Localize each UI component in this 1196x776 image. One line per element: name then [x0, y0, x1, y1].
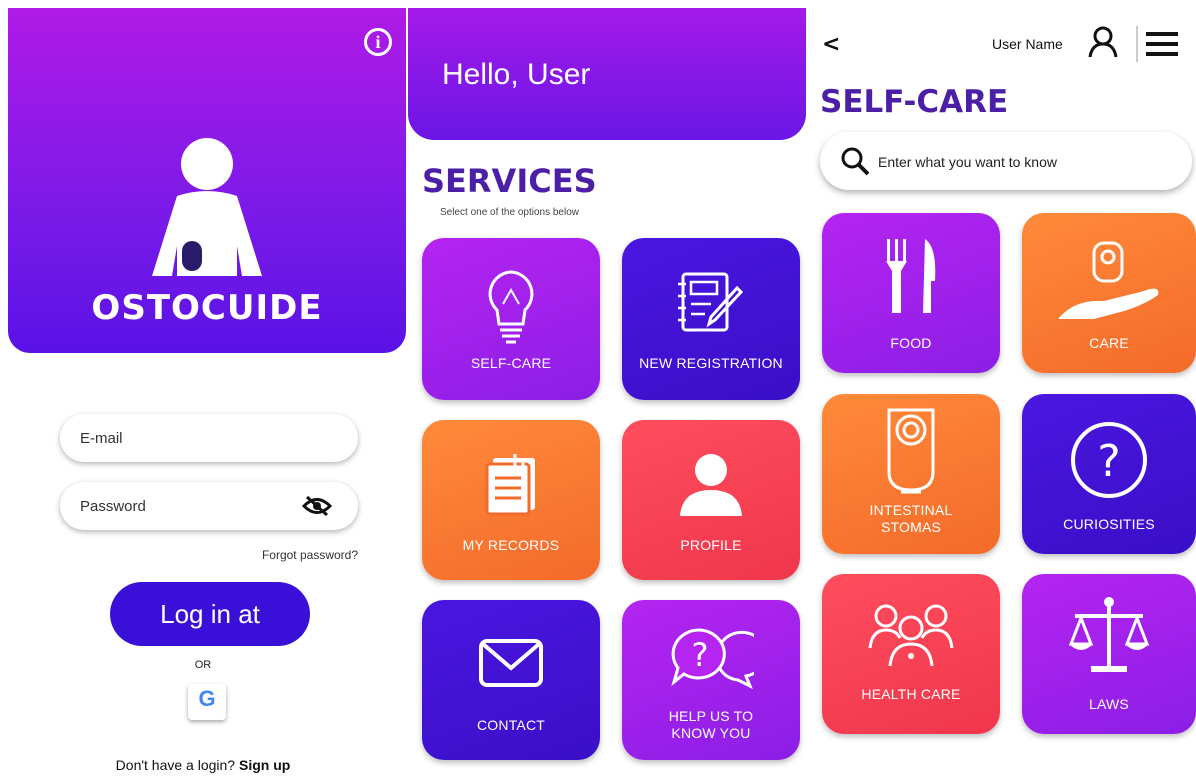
tile-label: CONTACT — [476, 717, 546, 733]
people-group-icon — [868, 604, 954, 667]
tile-label: HELP US TO KNOW YOU — [668, 708, 754, 741]
login-header-card: i OSTOCUIDE — [8, 8, 406, 353]
tile-new-registration[interactable]: NEW REGISTRATION — [622, 238, 800, 400]
tile-health-care[interactable]: HEALTH CARE — [822, 574, 1000, 734]
lightbulb-icon — [488, 270, 534, 344]
tile-label: INTESTINAL STOMAS — [869, 502, 953, 535]
question-circle-icon: ? — [1071, 422, 1147, 498]
search-placeholder: Enter what you want to know — [878, 154, 1057, 170]
tile-care[interactable]: CARE — [1022, 213, 1196, 373]
tile-label: SELF-CARE — [470, 355, 552, 371]
stoma-bag-icon — [887, 408, 935, 494]
selfcare-screen: < User Name SELF-CARE Enter what you wan… — [812, 0, 1196, 776]
person-icon — [680, 454, 742, 516]
header-divider — [1136, 26, 1138, 62]
tile-food[interactable]: FOOD — [822, 213, 1000, 373]
signup-prompt: Don't have a login? — [115, 757, 236, 773]
password-placeholder: Password — [80, 498, 146, 515]
google-login-button[interactable]: G — [188, 684, 226, 720]
user-icon[interactable] — [1088, 26, 1118, 58]
menu-icon[interactable] — [1146, 30, 1178, 58]
tile-label: HEALTH CARE — [861, 686, 961, 702]
email-placeholder: E-mail — [80, 430, 123, 447]
tile-help-us[interactable]: ? HELP US TO KNOW YOU — [622, 600, 800, 760]
tile-self-care[interactable]: SELF-CARE — [422, 238, 600, 400]
svg-text:?: ? — [692, 636, 709, 674]
email-field[interactable]: E-mail — [60, 414, 358, 462]
or-divider: OR — [194, 659, 212, 671]
greeting-header: Hello, User — [408, 8, 806, 140]
tile-profile[interactable]: PROFILE — [622, 420, 800, 580]
documents-icon — [485, 454, 535, 516]
password-field[interactable]: Password — [60, 482, 358, 530]
tile-label: FOOD — [890, 335, 932, 351]
signup-link[interactable]: Sign up — [239, 757, 290, 773]
signup-row: Don't have a login? Sign up — [0, 757, 406, 773]
back-button[interactable]: < — [822, 32, 840, 57]
tile-label: MY RECORDS — [462, 537, 560, 553]
brand-name: OSTOCUIDE — [91, 288, 323, 328]
tile-label: PROFILE — [680, 537, 742, 553]
selfcare-title: SELF-CARE — [820, 84, 1009, 120]
fork-knife-icon — [886, 239, 936, 313]
tile-label: CARE — [1089, 335, 1129, 351]
greeting-text: Hello, User — [442, 58, 591, 91]
tile-laws[interactable]: LAWS — [1022, 574, 1196, 734]
services-screen: Hello, User SERVICES Select one of the o… — [408, 0, 808, 776]
tile-contact[interactable]: CONTACT — [422, 600, 600, 760]
services-title: SERVICES — [422, 162, 597, 200]
eye-off-icon[interactable] — [302, 495, 332, 517]
forgot-password-link[interactable]: Forgot password? — [262, 548, 358, 562]
svg-text:?: ? — [1097, 436, 1120, 487]
tile-my-records[interactable]: MY RECORDS — [422, 420, 600, 580]
ostomy-person-logo-icon — [152, 138, 262, 276]
hand-pouch-icon — [1058, 241, 1159, 319]
login-button[interactable]: Log in at — [110, 582, 310, 646]
chat-question-icon: ? — [671, 628, 754, 690]
search-bar[interactable]: Enter what you want to know — [820, 132, 1192, 190]
services-subtitle: Select one of the options below — [440, 207, 579, 218]
info-icon[interactable]: i — [364, 28, 392, 56]
google-icon: G — [198, 686, 216, 711]
tile-label: CURIOSITIES — [1063, 516, 1155, 532]
tile-curiosities[interactable]: ? CURIOSITIES — [1022, 394, 1196, 554]
tile-intestinal-stomas[interactable]: INTESTINAL STOMAS — [822, 394, 1000, 554]
notebook-icon — [678, 272, 744, 332]
login-screen: i OSTOCUIDE E-mail Password Forgot passw… — [0, 0, 406, 776]
envelope-icon — [479, 639, 543, 687]
tile-label: LAWS — [1089, 696, 1129, 712]
scales-icon — [1068, 597, 1150, 672]
search-icon — [841, 147, 870, 176]
user-name: User Name — [992, 36, 1063, 52]
tile-label: NEW REGISTRATION — [639, 355, 783, 371]
